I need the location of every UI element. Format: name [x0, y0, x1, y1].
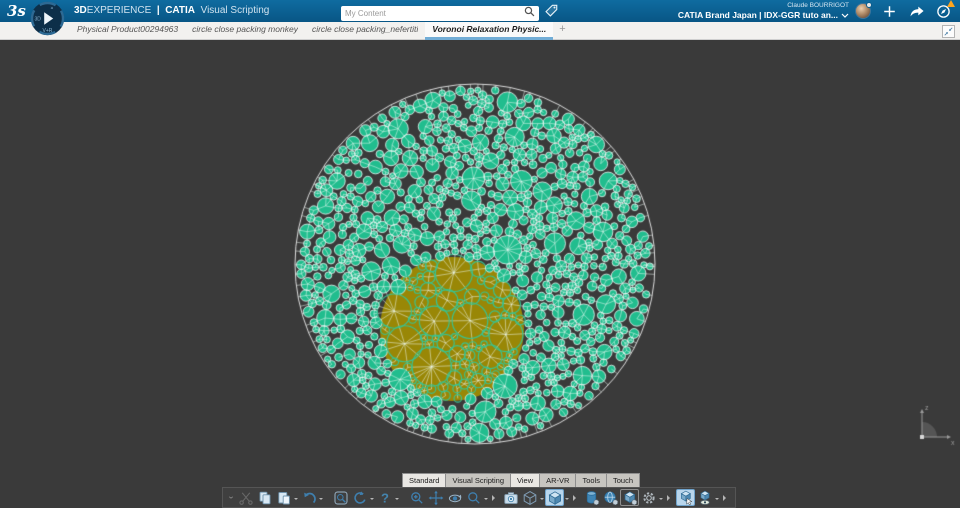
help-icon: ?	[381, 490, 389, 505]
dock-tab-ar-vr[interactable]: AR-VR	[540, 473, 577, 487]
cut-button	[236, 489, 255, 506]
iso-view-button[interactable]	[520, 489, 539, 506]
iso-view-dropdown-arrow[interactable]	[540, 498, 544, 502]
tag-icon[interactable]	[544, 3, 559, 23]
svg-text:»: »	[51, 6, 54, 12]
toolbar-overflow-button[interactable]	[226, 489, 236, 506]
hide-show-button[interactable]	[695, 489, 714, 506]
globe-icon	[603, 491, 618, 505]
copy-icon	[259, 491, 270, 504]
tab-voronoi-relaxation[interactable]: Voronoi Relaxation Physic...	[425, 21, 554, 40]
tab-circle-close-packing-monkey[interactable]: circle close packing monkey	[185, 22, 305, 40]
svg-text:3s: 3s	[7, 2, 26, 20]
search-input[interactable]	[345, 8, 524, 18]
expand-group-arrow[interactable]	[573, 494, 579, 501]
gear-dropdown-arrow[interactable]	[659, 498, 663, 502]
copy-button[interactable]	[255, 489, 274, 506]
paste-dropdown-arrow[interactable]	[294, 498, 298, 502]
undo-dropdown-arrow[interactable]	[319, 498, 323, 502]
compass-play-icon[interactable]: 3D V+R »	[30, 1, 65, 36]
cube-rep-icon	[623, 490, 637, 505]
cube-rep-button[interactable]	[620, 489, 639, 506]
gear-button[interactable]	[639, 489, 658, 506]
add-content-button[interactable]	[881, 3, 898, 20]
zoom-icon	[467, 491, 480, 504]
search-icon[interactable]	[524, 4, 535, 22]
status-dot	[866, 2, 872, 8]
share-button[interactable]	[908, 3, 925, 20]
toolbar-overflow-icon	[229, 496, 233, 499]
top-bar: 3s 3D V+R » 3DEXPERIENCE | CATIA Visual …	[0, 0, 960, 36]
dock-toolbar: ?	[222, 487, 736, 508]
hide-show-icon	[699, 490, 710, 505]
dassault-logo-icon[interactable]: 3s	[6, 2, 32, 25]
undo-icon	[303, 492, 316, 503]
voronoi-canvas[interactable]	[0, 40, 960, 508]
dock-tab-bar: Standard Visual Scripting View AR-VR Too…	[402, 473, 736, 487]
iso-view-icon	[523, 490, 536, 505]
refresh-icon	[353, 490, 366, 504]
dock-tab-visual-scripting[interactable]: Visual Scripting	[446, 473, 512, 487]
refresh-dropdown-arrow[interactable]	[370, 498, 374, 502]
svg-text:V+R: V+R	[43, 28, 53, 34]
help-dropdown-arrow[interactable]	[395, 498, 399, 502]
shaded-cube-button[interactable]	[545, 489, 564, 506]
refresh-button[interactable]	[350, 489, 369, 506]
warning-badge	[947, 0, 955, 7]
tab-physical-product[interactable]: Physical Product00294963	[70, 22, 185, 40]
add-tab-button[interactable]: +	[553, 22, 571, 40]
part-cylinder-icon	[586, 490, 599, 505]
shaded-cube-dropdown-arrow[interactable]	[565, 498, 569, 502]
zoom-in-button[interactable]	[407, 489, 426, 506]
undo-button[interactable]	[299, 489, 318, 506]
select-cube-icon	[680, 490, 692, 505]
search-box	[341, 4, 539, 22]
gear-icon	[642, 491, 655, 504]
paste-icon	[277, 491, 290, 504]
shaded-cube-icon	[548, 490, 561, 505]
viewport-3d[interactable]: Standard Visual Scripting View AR-VR Too…	[0, 40, 960, 508]
globe-button[interactable]	[601, 489, 620, 506]
help-compass-button[interactable]	[935, 0, 955, 20]
collapse-viewport-button[interactable]	[942, 25, 955, 38]
svg-text:3D: 3D	[35, 17, 42, 23]
zoom-fit-button[interactable]	[331, 489, 350, 506]
zoom-fit-icon	[334, 491, 347, 504]
rotate-icon	[448, 494, 461, 502]
zoom-in-icon	[410, 491, 423, 504]
camera-icon	[503, 491, 518, 504]
cut-icon	[238, 491, 253, 505]
bottom-dock: Standard Visual Scripting View AR-VR Too…	[222, 473, 736, 508]
part-cylinder-button[interactable]	[582, 489, 601, 506]
dock-tab-tools[interactable]: Tools	[576, 473, 607, 487]
document-tab-bar: Physical Product00294963 circle close pa…	[0, 21, 960, 40]
hide-show-dropdown-arrow[interactable]	[715, 498, 719, 502]
camera-button[interactable]	[501, 489, 520, 506]
pan-icon	[428, 490, 443, 505]
dock-tab-touch[interactable]: Touch	[607, 473, 641, 487]
zoom-dropdown-arrow[interactable]	[484, 498, 488, 502]
zoom-button[interactable]	[464, 489, 483, 506]
dock-tab-standard[interactable]: Standard	[402, 473, 447, 487]
help-button[interactable]: ?	[375, 489, 394, 506]
pan-button[interactable]	[426, 489, 445, 506]
chevron-down-icon[interactable]	[841, 11, 849, 20]
svg-text:?: ?	[381, 490, 389, 505]
app-title: 3DEXPERIENCE | CATIA Visual Scripting	[74, 5, 270, 16]
workspace-selector[interactable]: CATIA Brand Japan | IDX-GGR tuto an...	[678, 10, 838, 20]
expand-group-arrow[interactable]	[667, 494, 673, 501]
expand-group-arrow[interactable]	[492, 494, 498, 501]
expand-group-arrow[interactable]	[723, 494, 729, 501]
paste-button[interactable]	[274, 489, 293, 506]
user-name: Claude BOURRIGOT	[787, 2, 849, 9]
select-cube-button[interactable]	[676, 489, 695, 506]
tab-circle-close-packing-nefertiti[interactable]: circle close packing_nefertiti	[305, 22, 425, 40]
dock-tab-view[interactable]: View	[511, 473, 541, 487]
rotate-button[interactable]	[445, 489, 464, 506]
avatar[interactable]	[855, 2, 872, 19]
